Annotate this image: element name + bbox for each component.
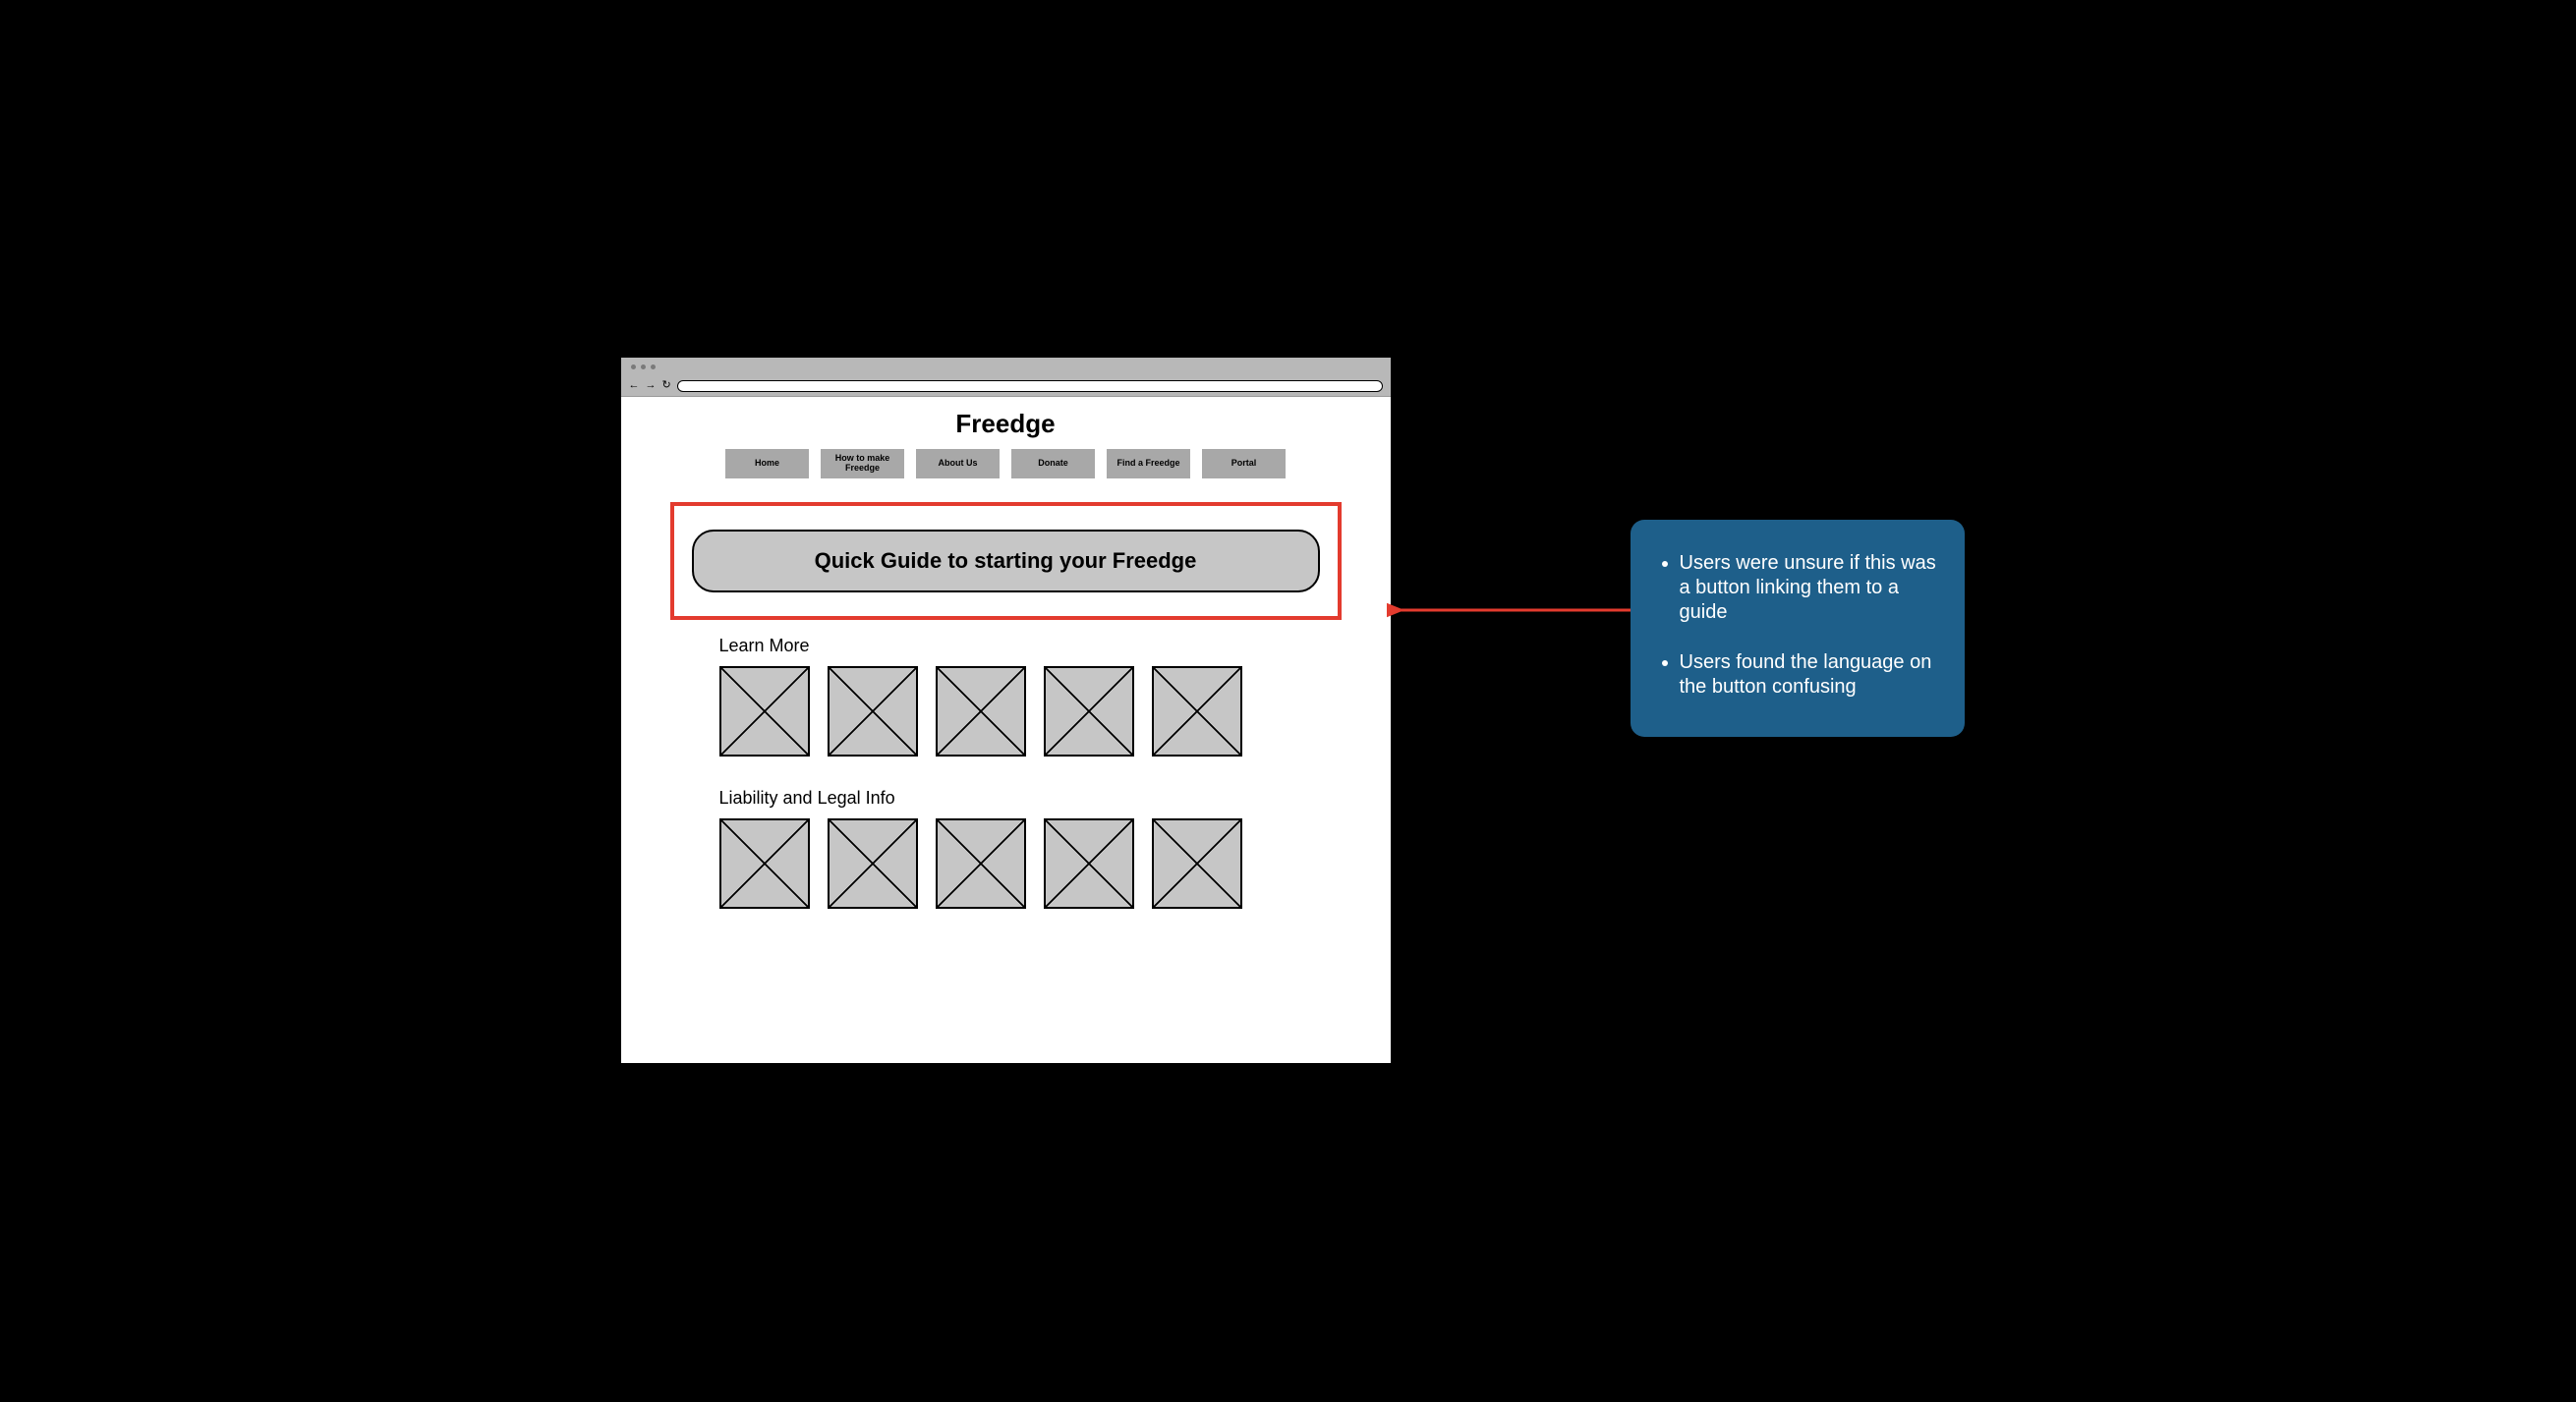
nav-how-to-make[interactable]: How to make Freedge bbox=[821, 449, 904, 478]
url-bar[interactable] bbox=[677, 380, 1383, 392]
page-content: Freedge Home How to make Freedge About U… bbox=[621, 397, 1391, 1063]
slide-canvas: ← → ↻ Freedge Home How to make Freedge A… bbox=[542, 296, 2035, 1106]
annotation-highlight-box: Quick Guide to starting your Freedge bbox=[670, 502, 1342, 620]
annotation-bullet: Users were unsure if this was a button l… bbox=[1680, 551, 1937, 625]
forward-icon[interactable]: → bbox=[646, 380, 657, 391]
placeholder-image-icon[interactable] bbox=[828, 818, 918, 909]
nav-donate[interactable]: Donate bbox=[1011, 449, 1095, 478]
quick-guide-button[interactable]: Quick Guide to starting your Freedge bbox=[692, 530, 1320, 592]
placeholder-image-icon[interactable] bbox=[936, 666, 1026, 757]
legal-row bbox=[719, 818, 1351, 909]
back-icon[interactable]: ← bbox=[629, 380, 640, 391]
placeholder-image-icon[interactable] bbox=[1044, 666, 1134, 757]
window-dot-icon bbox=[641, 365, 646, 369]
site-title: Freedge bbox=[660, 409, 1351, 439]
nav-home[interactable]: Home bbox=[725, 449, 809, 478]
placeholder-image-icon[interactable] bbox=[719, 666, 810, 757]
placeholder-image-icon[interactable] bbox=[1044, 818, 1134, 909]
nav-portal[interactable]: Portal bbox=[1202, 449, 1286, 478]
window-dot-icon bbox=[651, 365, 656, 369]
section-learn-more-title: Learn More bbox=[719, 636, 1351, 656]
nav-find-freedge[interactable]: Find a Freedge bbox=[1107, 449, 1190, 478]
browser-window: ← → ↻ Freedge Home How to make Freedge A… bbox=[620, 357, 1392, 1064]
learn-more-row bbox=[719, 666, 1351, 757]
browser-titlebar bbox=[621, 358, 1391, 375]
placeholder-image-icon[interactable] bbox=[1152, 818, 1242, 909]
reload-icon[interactable]: ↻ bbox=[662, 380, 671, 391]
window-dot-icon bbox=[631, 365, 636, 369]
placeholder-image-icon[interactable] bbox=[936, 818, 1026, 909]
annotation-bullet: Users found the language on the button c… bbox=[1680, 650, 1937, 700]
annotation-arrow-icon bbox=[1387, 581, 1642, 630]
placeholder-image-icon[interactable] bbox=[1152, 666, 1242, 757]
main-nav: Home How to make Freedge About Us Donate… bbox=[660, 449, 1351, 478]
section-legal-title: Liability and Legal Info bbox=[719, 788, 1351, 809]
placeholder-image-icon[interactable] bbox=[719, 818, 810, 909]
placeholder-image-icon[interactable] bbox=[828, 666, 918, 757]
browser-toolbar: ← → ↻ bbox=[621, 375, 1391, 397]
nav-about-us[interactable]: About Us bbox=[916, 449, 1000, 478]
annotation-callout: Users were unsure if this was a button l… bbox=[1631, 520, 1965, 737]
